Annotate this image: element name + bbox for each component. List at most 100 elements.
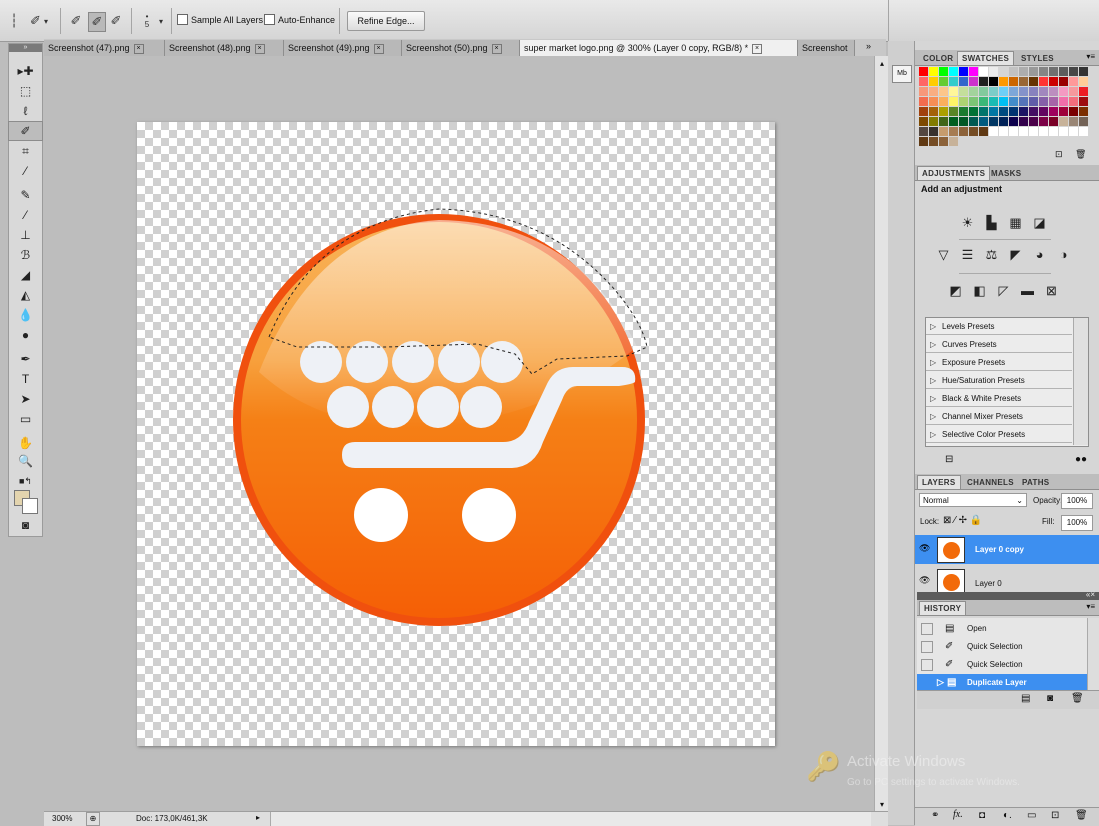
more-tabs-icon[interactable]: » [866, 41, 871, 51]
snapshot-icon[interactable]: ◙ [1047, 693, 1053, 704]
preset-item-exposure[interactable]: ▷ Exposure Presets [926, 354, 1072, 371]
swatch[interactable] [1079, 87, 1088, 96]
presets-scrollbar[interactable] [1073, 318, 1088, 445]
swatch[interactable] [1009, 107, 1018, 116]
swatch[interactable] [1029, 77, 1038, 86]
document-tab[interactable]: Screenshot (50).png × [402, 40, 520, 56]
swatch[interactable] [939, 117, 948, 126]
swatch[interactable] [1019, 127, 1028, 136]
swatch[interactable] [949, 127, 958, 136]
swatch[interactable] [939, 137, 948, 146]
swatch[interactable] [1059, 87, 1068, 96]
swatch[interactable] [999, 107, 1008, 116]
close-tab-icon[interactable]: × [254, 43, 265, 54]
layer-mask-icon[interactable]: ◘ [979, 810, 985, 821]
swatch[interactable] [1019, 87, 1028, 96]
delete-swatch-icon[interactable]: 🗑 [1075, 149, 1086, 160]
brightness-contrast-icon[interactable]: ☀ [959, 215, 976, 230]
swatch[interactable] [979, 97, 988, 106]
delete-layer-icon[interactable]: 🗑 [1075, 810, 1088, 821]
add-to-selection-icon[interactable]: ✐ [88, 12, 106, 32]
preset-item-hue-saturation[interactable]: ▷ Hue/Saturation Presets [926, 372, 1072, 389]
tool-preset-picker[interactable]: ✐ ▾ [24, 12, 54, 30]
black-white-icon[interactable]: ◤ [1007, 247, 1024, 262]
swatch[interactable] [939, 107, 948, 116]
swatch[interactable] [959, 117, 968, 126]
swatch[interactable] [979, 87, 988, 96]
swatch[interactable] [969, 67, 978, 76]
swatch[interactable] [979, 137, 988, 146]
swatch[interactable] [1009, 77, 1018, 86]
layer-row-selected[interactable]: 👁 Layer 0 copy [915, 535, 1099, 564]
swatch[interactable] [969, 137, 978, 146]
lock-icons[interactable]: ⊠ ⁄ ✢ 🔒 [943, 515, 982, 526]
swatch[interactable] [1019, 117, 1028, 126]
brush-size-picker[interactable]: • 5 [140, 12, 154, 30]
close-tab-icon[interactable]: × [752, 43, 763, 54]
refine-edge-button[interactable]: Refine Edge... [347, 11, 425, 31]
gradient-map-icon[interactable]: ▬ [1019, 283, 1036, 298]
swatch[interactable] [1059, 117, 1068, 126]
sample-all-layers-option[interactable]: Sample All Layers [177, 14, 263, 25]
panel-menu-icon[interactable]: ▾≡ [1086, 602, 1095, 611]
swatch[interactable] [919, 107, 928, 116]
collapse-icon[interactable]: «× [1086, 590, 1095, 599]
swatch[interactable] [999, 67, 1008, 76]
paint-bucket-tool-icon[interactable]: ◭ [9, 286, 42, 304]
hand-tool-icon[interactable]: ✋ [9, 434, 42, 452]
swatch[interactable] [1059, 77, 1068, 86]
swatch[interactable] [1039, 67, 1048, 76]
swatch[interactable] [1069, 127, 1078, 136]
marquee-tool-icon[interactable]: ⬚ [9, 82, 42, 100]
swatch[interactable] [929, 127, 938, 136]
mini-bridge-icon[interactable]: Mb [892, 65, 912, 83]
preset-item-curves[interactable]: ▷ Curves Presets [926, 336, 1072, 353]
quick-selection-tool-icon[interactable]: ✐ [8, 121, 43, 141]
document-tab-active[interactable]: super market logo.png @ 300% (Layer 0 co… [520, 40, 798, 56]
swatch[interactable] [1069, 87, 1078, 96]
swatch[interactable] [1049, 77, 1058, 86]
swatch[interactable] [969, 97, 978, 106]
swatch[interactable] [1059, 97, 1068, 106]
swatch[interactable] [969, 117, 978, 126]
swatch[interactable] [999, 137, 1008, 146]
history-brush-tool-icon[interactable]: ℬ [9, 246, 42, 264]
zoom-level[interactable]: 300% [52, 814, 72, 823]
close-tab-icon[interactable]: × [133, 43, 144, 54]
swatch[interactable] [1019, 67, 1028, 76]
swatch[interactable] [1019, 137, 1028, 146]
swatch[interactable] [1019, 107, 1028, 116]
tab-layers[interactable]: LAYERS [917, 475, 961, 489]
swatch[interactable] [959, 97, 968, 106]
document-tab[interactable]: Screenshot (48).png × [165, 40, 284, 56]
status-menu-icon[interactable]: ▸ [256, 813, 260, 822]
swatch[interactable] [939, 77, 948, 86]
eye-icon[interactable]: 👁 [919, 575, 930, 586]
swatch[interactable] [969, 127, 978, 136]
swatch[interactable] [979, 67, 988, 76]
swatch[interactable] [1029, 137, 1038, 146]
swatch[interactable] [1039, 87, 1048, 96]
rectangle-tool-icon[interactable]: ▭ [9, 410, 42, 428]
healing-brush-tool-icon[interactable]: ✎ [9, 186, 42, 204]
close-tab-icon[interactable]: × [373, 43, 384, 54]
swatch[interactable] [959, 87, 968, 96]
selective-color-icon[interactable]: ⊠ [1043, 283, 1060, 298]
subtract-from-selection-icon[interactable]: ✐ [108, 12, 124, 30]
swatch[interactable] [1009, 87, 1018, 96]
levels-icon[interactable]: ▙ [983, 215, 1000, 230]
swatch[interactable] [1009, 127, 1018, 136]
swatch[interactable] [919, 127, 928, 136]
new-layer-icon[interactable]: ⊡ [1051, 810, 1059, 821]
swatch[interactable] [1049, 97, 1058, 106]
brush-tool-icon[interactable]: ⁄ [9, 206, 42, 224]
swatch[interactable] [989, 87, 998, 96]
swatch[interactable] [979, 127, 988, 136]
swatch[interactable] [919, 77, 928, 86]
swatch[interactable] [1039, 107, 1048, 116]
history-brush-source[interactable] [921, 623, 933, 635]
swatch[interactable] [919, 137, 928, 146]
scroll-up-icon[interactable]: ▴ [875, 59, 889, 68]
swatch[interactable] [1039, 117, 1048, 126]
swatch[interactable] [969, 107, 978, 116]
